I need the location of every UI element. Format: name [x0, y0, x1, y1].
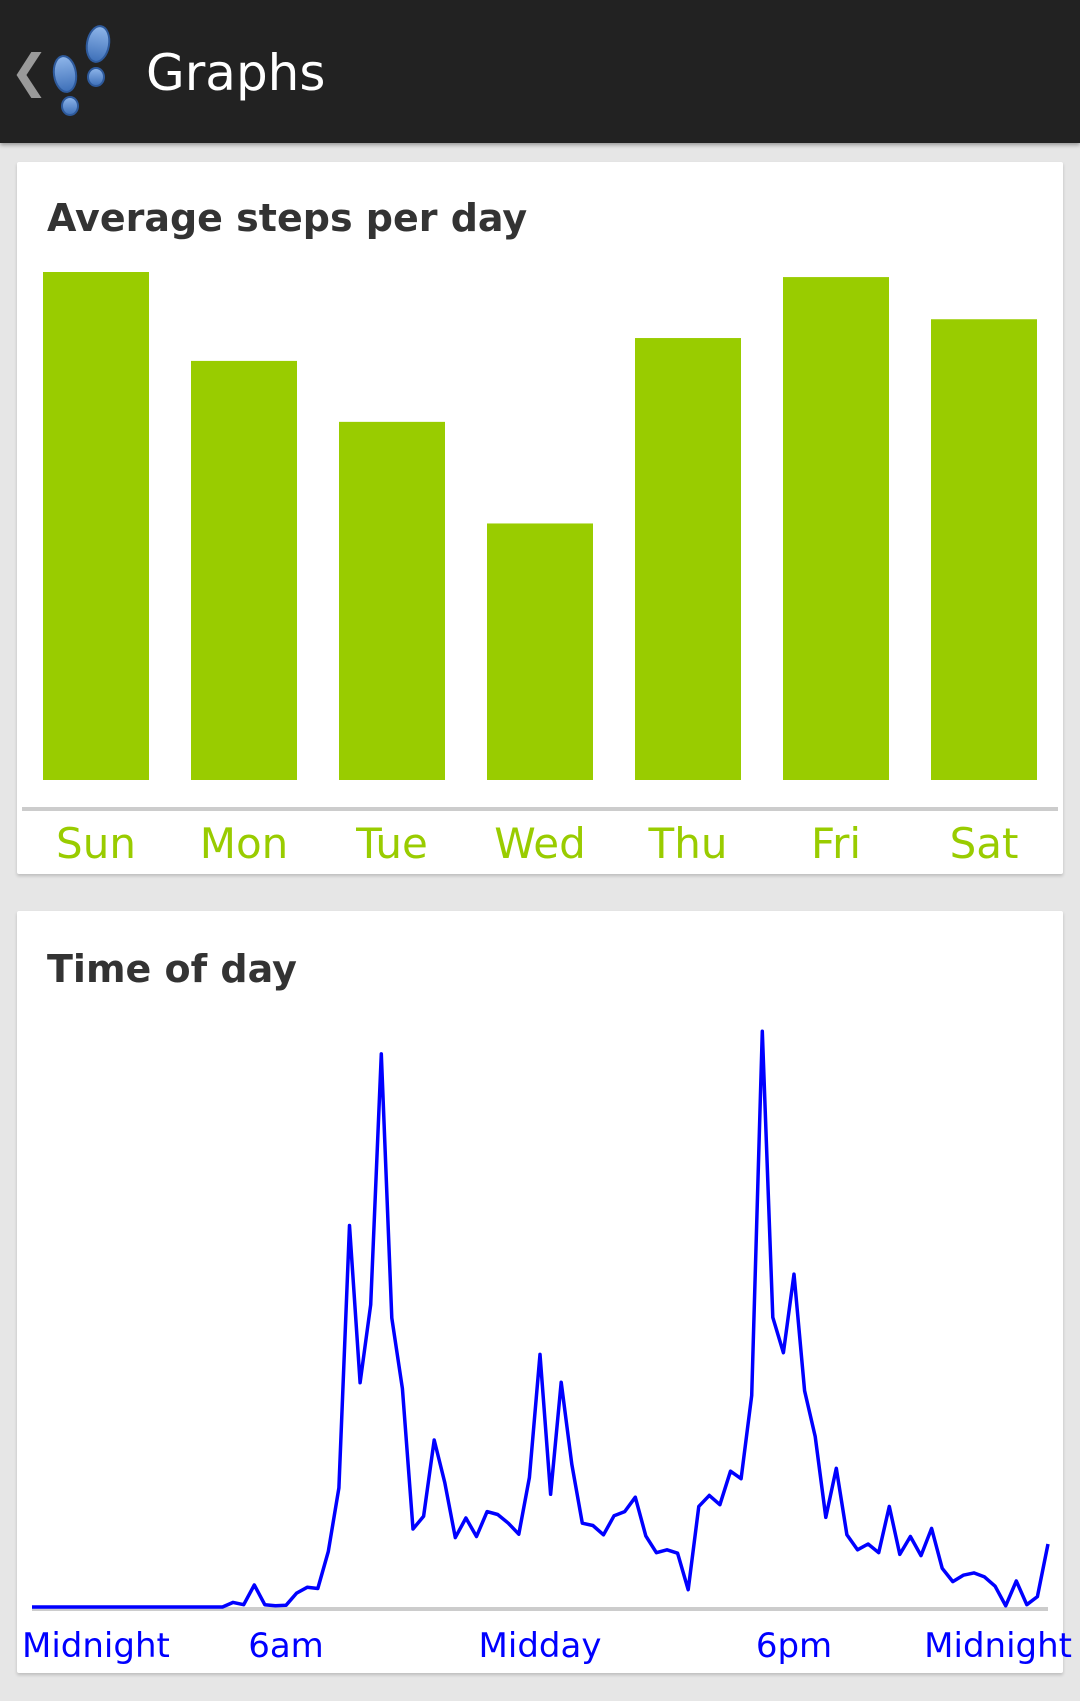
bar-thu: [635, 338, 741, 780]
footprints-icon[interactable]: [48, 22, 122, 122]
back-chevron-icon[interactable]: ❮: [10, 46, 49, 96]
x-tick-label: Midday: [479, 1626, 602, 1666]
x-tick-label: Sat: [950, 819, 1019, 868]
page-title: Graphs: [146, 44, 326, 102]
steps-per-day-chart: Sun Mon Tue Wed Thu Fri Sat: [22, 272, 1058, 868]
bar-fri: [783, 277, 889, 780]
steps-per-day-card: Average steps per day Sun Mon Tue Wed Thu Fri…: [17, 162, 1063, 874]
action-bar: ❮ Graphs: [0, 0, 1080, 143]
bar-mon: [191, 360, 297, 780]
time-of-day-chart: Midnight 6am Midday 6pm Midnight: [22, 1029, 1072, 1666]
bar-sun: [43, 272, 149, 780]
time-of-day-card: Time of day Midnight 6am Midday 6pm Midnight: [17, 911, 1072, 1673]
x-tick-label: Sun: [56, 819, 136, 868]
x-tick-label: 6pm: [756, 1626, 832, 1666]
x-tick-label: Tue: [355, 819, 428, 868]
bar-tue: [339, 421, 445, 780]
x-tick-label: Midnight: [924, 1626, 1072, 1666]
x-tick-label: Mon: [200, 819, 289, 868]
x-tick-label: Wed: [494, 819, 586, 868]
x-tick-label: Fri: [811, 819, 861, 868]
x-tick-label: 6am: [248, 1626, 324, 1666]
x-tick-label: Midnight: [22, 1626, 170, 1666]
bar-sat: [931, 319, 1037, 780]
x-tick-label: Thu: [648, 819, 728, 868]
steps-line: [32, 1029, 1050, 1609]
bar-wed: [487, 523, 593, 780]
